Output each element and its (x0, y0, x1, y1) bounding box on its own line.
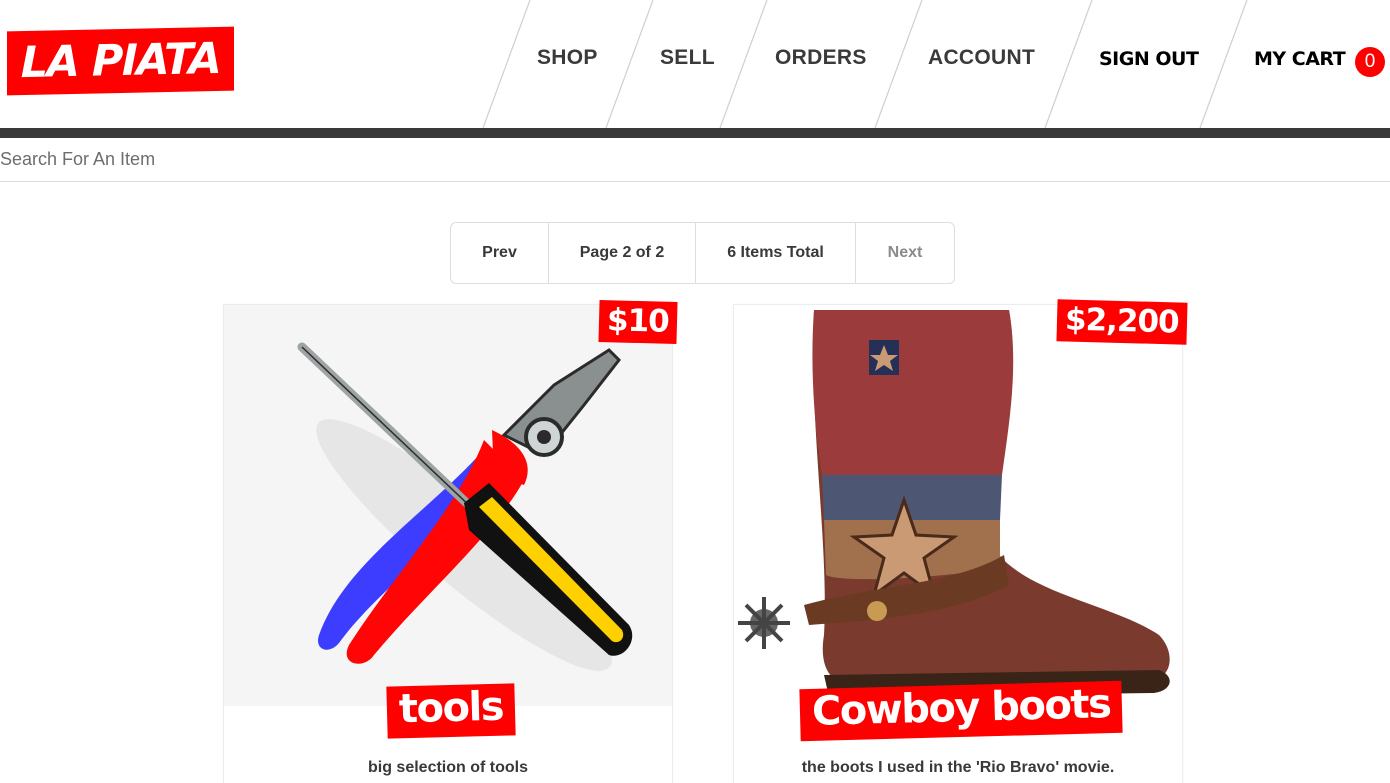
nav-my-cart[interactable]: MY CART (1254, 48, 1346, 78)
product-title[interactable]: Cowboy boots (799, 680, 1124, 742)
cart-count-badge[interactable]: 0 (1355, 47, 1385, 77)
header-divider-bar (0, 128, 1390, 138)
price-badge: $10 (598, 299, 678, 345)
search-input[interactable] (0, 138, 1390, 182)
nav-orders[interactable]: ORDERS (775, 46, 867, 76)
next-button[interactable]: Next (856, 223, 954, 283)
pagination: Prev Page 2 of 2 6 Items Total Next (450, 222, 955, 284)
items-total: 6 Items Total (696, 223, 856, 283)
product-card[interactable]: $2,200 Cowboy boots the boots I used in … (733, 299, 1188, 783)
product-image[interactable] (224, 305, 672, 706)
nav-account[interactable]: ACCOUNT (928, 46, 1035, 76)
product-card[interactable]: $10 tools big selection of tools (223, 299, 678, 783)
nav-sell[interactable]: SELL (660, 46, 715, 76)
site-header: LA PIATA SHOP SELL ORDERS ACCOUNT SIGN O… (0, 0, 1390, 128)
tools-icon (297, 342, 633, 671)
price-badge: $2,200 (1056, 299, 1188, 345)
cowboy-boot-icon (738, 310, 1170, 697)
product-description: the boots I used in the 'Rio Bravo' movi… (801, 759, 1115, 776)
product-description: big selection of tools (367, 759, 528, 776)
page-indicator: Page 2 of 2 (549, 223, 696, 283)
prev-button[interactable]: Prev (451, 223, 549, 283)
nav-shop[interactable]: SHOP (537, 46, 598, 76)
nav-sign-out[interactable]: SIGN OUT (1099, 48, 1199, 78)
product-title[interactable]: tools (386, 683, 516, 739)
product-image[interactable] (734, 305, 1182, 706)
